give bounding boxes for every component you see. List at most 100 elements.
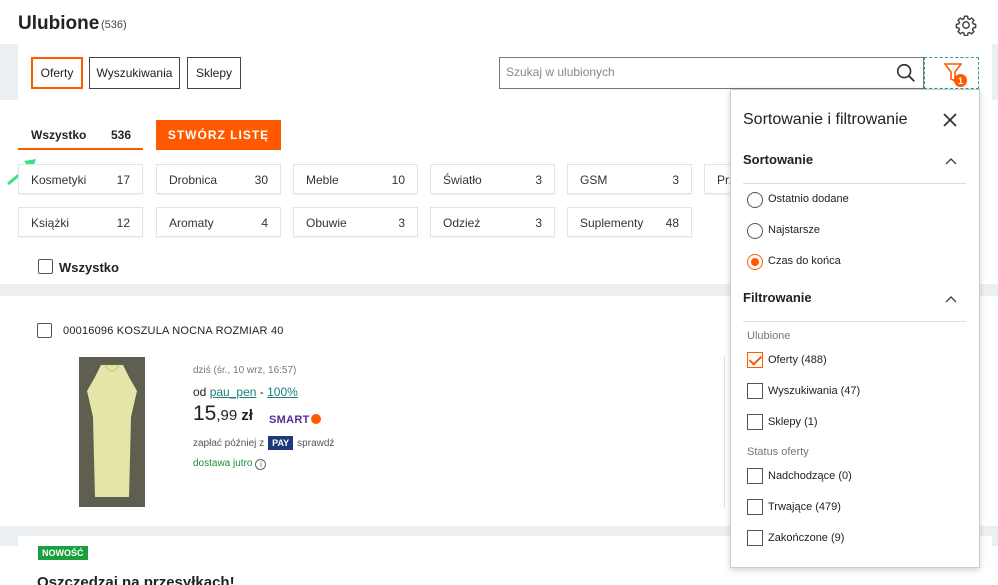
category-furniture[interactable]: Meble 10 [293, 164, 418, 194]
sort-option-ending[interactable]: Czas do końca [768, 255, 841, 267]
list-tab-all[interactable]: Wszystko 536 [18, 120, 143, 150]
filter-checkbox-searches[interactable] [747, 383, 763, 399]
chevron-up-icon[interactable] [945, 157, 957, 165]
sort-option-oldest[interactable]: Najstarsze [768, 224, 820, 236]
filter-checkbox-ended[interactable] [747, 530, 763, 546]
close-icon[interactable] [942, 112, 958, 128]
category-label: Obuwie [306, 216, 347, 230]
list-tab-all-count: 536 [110, 128, 131, 142]
smart-info-icon[interactable] [310, 414, 321, 424]
promo-title: Oszczędzaj na przesyłkach! [37, 574, 235, 585]
sort-radio-oldest[interactable] [747, 223, 763, 239]
sort-filter-panel: Sortowanie i filtrowanie Sortowanie Osta… [730, 89, 980, 568]
category-label: Książki [31, 216, 70, 230]
filter-checkbox-shops[interactable] [747, 414, 763, 430]
info-icon[interactable]: i [255, 459, 267, 470]
tab-shops[interactable]: Sklepy [187, 57, 241, 89]
smart-label: SMART [269, 414, 310, 426]
listing-title[interactable]: 00016096 KOSZULA NOCNA ROZMIAR 40 [63, 325, 284, 337]
filter-option-ongoing[interactable]: Trwające (479) [768, 501, 841, 513]
tab-searches[interactable]: Wyszukiwania [89, 57, 180, 89]
category-label: Meble [306, 173, 339, 187]
search-input[interactable] [506, 65, 886, 79]
smart-badge: SMART [269, 414, 321, 426]
gear-icon[interactable] [955, 14, 977, 36]
category-label: Aromaty [169, 216, 214, 230]
divider [743, 183, 966, 184]
pay-later-check-link[interactable]: sprawdź [297, 438, 334, 449]
category-drobnica[interactable]: Drobnica 30 [156, 164, 281, 194]
page-header: Ulubione (536) [0, 0, 998, 44]
tab-offers[interactable]: Oferty [31, 57, 83, 89]
pay-later-prefix: zapłać później z [193, 438, 265, 449]
category-aromas[interactable]: Aromaty 4 [156, 207, 281, 237]
filter-option-shops[interactable]: Sklepy (1) [768, 416, 818, 428]
filter-option-offers[interactable]: Oferty (488) [768, 354, 827, 366]
price-currency: zł [241, 407, 253, 424]
category-gsm[interactable]: GSM 3 [567, 164, 692, 194]
listing-date: dziś (śr., 10 wrz, 16:57) [193, 365, 297, 376]
filter-option-searches[interactable]: Wyszukiwania (47) [768, 385, 860, 397]
filter-checkbox-ongoing[interactable] [747, 499, 763, 515]
delivery-label: dostawa jutro [193, 458, 253, 469]
select-all-checkbox[interactable] [38, 259, 53, 274]
price-integer: 15 [193, 402, 217, 425]
search-box [499, 57, 924, 89]
seller-info: od pau_pen - 100% [193, 385, 298, 399]
category-books[interactable]: Książki 12 [18, 207, 143, 237]
category-count: 48 [665, 216, 679, 230]
category-supplements[interactable]: Suplementy 48 [567, 207, 692, 237]
category-count: 4 [261, 216, 268, 230]
filter-checkbox-offers[interactable] [747, 352, 763, 368]
category-light[interactable]: Światło 3 [430, 164, 555, 194]
category-count: 17 [116, 173, 130, 187]
category-shoes[interactable]: Obuwie 3 [293, 207, 418, 237]
status-group-label: Status oferty [747, 446, 809, 458]
search-icon[interactable] [895, 62, 917, 84]
favorites-count: (536) [101, 19, 127, 31]
create-list-button[interactable]: STWÓRZ LISTĘ [156, 120, 281, 150]
filter-count-badge: 1 [954, 74, 967, 87]
filter-option-upcoming[interactable]: Nadchodzące (0) [768, 470, 852, 482]
listing-checkbox[interactable] [37, 323, 52, 338]
sort-radio-recent[interactable] [747, 192, 763, 208]
category-count: 12 [116, 216, 130, 230]
category-count: 10 [391, 173, 405, 187]
sort-option-recent[interactable]: Ostatnio dodane [768, 193, 849, 205]
favorites-group-label: Ulubione [747, 330, 791, 342]
filter-option-ended[interactable]: Zakończone (9) [768, 532, 844, 544]
vertical-divider [724, 356, 725, 508]
price-cents: ,99 [216, 407, 238, 424]
category-count: 3 [535, 173, 542, 187]
category-count: 3 [535, 216, 542, 230]
category-count: 3 [398, 216, 405, 230]
category-count: 30 [254, 173, 268, 187]
pay-logo: PAY [268, 436, 294, 450]
filter-checkbox-upcoming[interactable] [747, 468, 763, 484]
category-cosmetics[interactable]: Kosmetyki 17 [18, 164, 143, 194]
category-label: Światło [443, 173, 482, 187]
filtering-heading: Filtrowanie [743, 290, 812, 305]
sort-radio-ending[interactable] [747, 254, 763, 270]
seller-prefix: od [193, 385, 207, 399]
sorting-heading: Sortowanie [743, 152, 814, 167]
new-badge: NOWOŚĆ [38, 546, 88, 560]
delivery-info: dostawa jutro i [193, 458, 267, 470]
category-label: Drobnica [169, 173, 218, 187]
filter-button[interactable]: 1 [924, 57, 979, 89]
seller-separator: - [256, 385, 268, 399]
category-label: Suplementy [580, 216, 644, 230]
seller-link[interactable]: pau_pen [210, 385, 257, 399]
listing-photo[interactable] [79, 357, 145, 507]
chevron-up-icon[interactable] [945, 295, 957, 303]
divider [743, 321, 966, 322]
pay-later-info: zapłać później z PAY sprawdź [193, 436, 334, 450]
listing-price: 15,99 zł [193, 402, 253, 426]
category-count: 3 [672, 173, 679, 187]
page-title: Ulubione [18, 13, 100, 34]
category-label: Odzież [443, 216, 481, 230]
list-tab-all-label: Wszystko [31, 128, 87, 142]
category-clothing[interactable]: Odzież 3 [430, 207, 555, 237]
seller-rating-link[interactable]: 100% [267, 385, 298, 399]
category-label: GSM [580, 173, 608, 187]
